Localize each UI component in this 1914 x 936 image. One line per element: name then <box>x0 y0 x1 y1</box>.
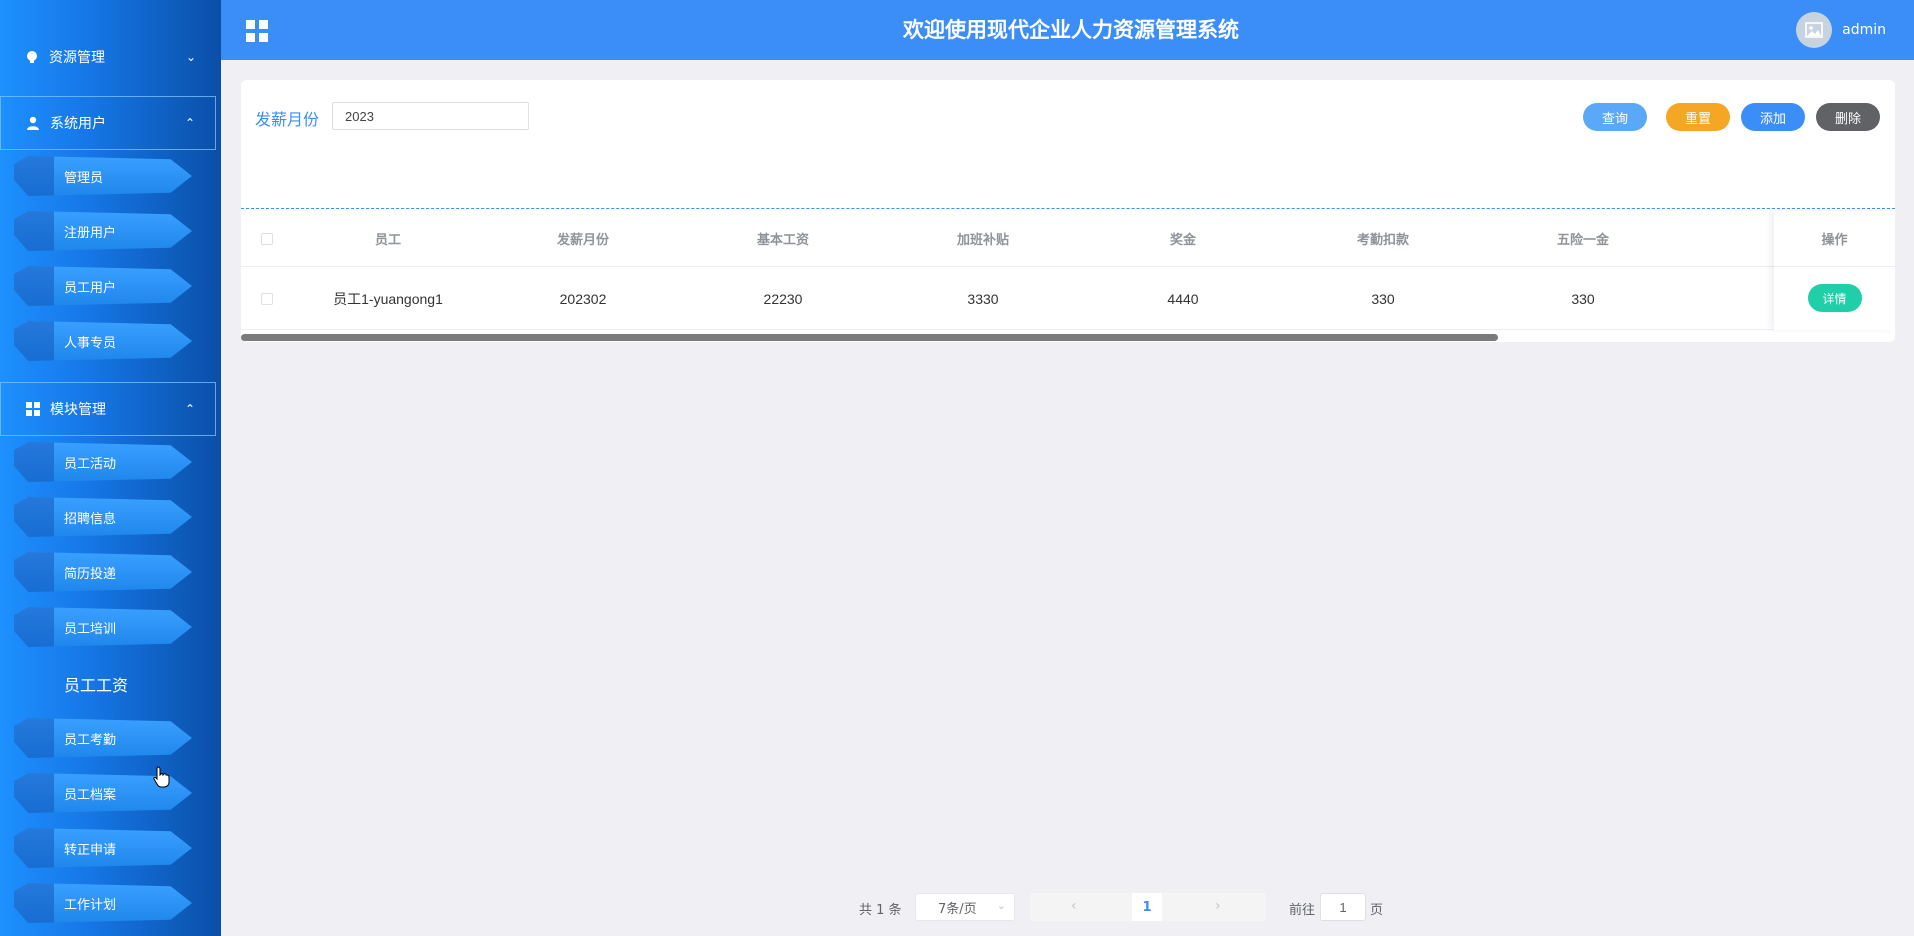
cell-overtime: 3330 <box>967 290 999 307</box>
user-menu[interactable]: admin <box>1796 12 1886 48</box>
column-header: 五险一金 <box>1556 233 1609 248</box>
sidebar-item-hr-specialist[interactable]: 人事专员 <box>14 321 192 361</box>
prev-page-icon[interactable]: ‹ <box>1071 898 1077 914</box>
user-icon <box>25 115 41 131</box>
sidebar-item-label: 员工培训 <box>64 621 117 637</box>
reset-button[interactable]: 重置 <box>1666 103 1730 131</box>
sidebar-group-label: 资源管理 <box>49 50 105 66</box>
column-header: 奖金 <box>1169 233 1196 248</box>
delete-button[interactable]: 删除 <box>1816 103 1880 131</box>
avatar[interactable] <box>1796 12 1833 48</box>
page-number[interactable]: 1 <box>1132 893 1162 921</box>
column-header: 基本工资 <box>756 233 809 248</box>
horizontal-scrollbar[interactable] <box>241 334 1498 341</box>
filter-label: 发薪月份 <box>255 110 320 129</box>
select-all-checkbox[interactable] <box>241 211 293 266</box>
sidebar-item-employee-salary[interactable]: 员工工资 <box>64 672 128 696</box>
column-header: 员工 <box>374 233 401 248</box>
sidebar-item-employee-attendance[interactable]: 员工考勤 <box>14 718 192 758</box>
page-suffix: 页 <box>1370 903 1384 918</box>
salary-month-input[interactable] <box>332 102 529 130</box>
divider <box>241 208 1895 209</box>
cell-salary-month: 202302 <box>559 290 607 307</box>
sidebar-group-label: 系统用户 <box>50 116 106 132</box>
sidebar-item-label: 人事专员 <box>64 335 117 351</box>
chevron-up-icon: ⌃ <box>184 116 195 130</box>
row-checkbox[interactable] <box>241 268 293 329</box>
sidebar-item-recruitment[interactable]: 招聘信息 <box>14 497 192 537</box>
sidebar-item-label: 转正申请 <box>64 842 117 858</box>
sidebar-item-registered-users[interactable]: 注册用户 <box>14 211 192 251</box>
sidebar-item-label: 简历投递 <box>64 566 117 582</box>
cell-insurance: 330 <box>1571 290 1595 307</box>
lightbulb-icon <box>24 49 40 65</box>
image-icon <box>1805 22 1823 38</box>
cell-employee: 员工1-yuangong1 <box>333 290 443 307</box>
hand-cursor-icon <box>153 766 170 788</box>
sidebar-item-label: 员工用户 <box>64 280 117 296</box>
sidebar-group-resource[interactable]: 资源管理 ⌄ <box>0 30 216 84</box>
sidebar-item-label: 管理员 <box>64 170 104 186</box>
sidebar: 资源管理 ⌄ 系统用户 ⌃ 管理员 注册用户 员工用户 人事专员 模块管理 ⌃ … <box>0 0 221 936</box>
action-column: 操作 详情 <box>1774 211 1895 330</box>
sidebar-item-label: 员工考勤 <box>64 732 117 748</box>
username: admin <box>1842 22 1886 38</box>
page-size-value: 7条/页 <box>938 901 977 917</box>
content-card: 发薪月份 查询 重置 添加 删除 员工 发薪月份 基本工资 加班补贴 奖金 考勤… <box>241 80 1895 342</box>
sidebar-group-system-users[interactable]: 系统用户 ⌃ <box>0 96 216 150</box>
top-bar: 欢迎使用现代企业人力资源管理系统 admin <box>221 0 1914 60</box>
page-title: 欢迎使用现代企业人力资源管理系统 <box>903 18 1239 42</box>
grid-icon <box>25 401 41 417</box>
column-header: 考勤扣款 <box>1356 233 1409 248</box>
chevron-down-icon: ⌄ <box>185 50 196 64</box>
sidebar-item-label: 注册用户 <box>64 225 117 241</box>
cell-base-salary: 22230 <box>763 290 803 307</box>
goto-page-input[interactable] <box>1320 893 1366 921</box>
sidebar-item-label: 招聘信息 <box>64 511 117 527</box>
sidebar-group-label: 模块管理 <box>50 402 106 418</box>
sidebar-item-employee-training[interactable]: 员工培训 <box>14 607 192 647</box>
goto-label: 前往 <box>1289 903 1316 918</box>
sidebar-item-employee-users[interactable]: 员工用户 <box>14 266 192 306</box>
cell-bonus: 4440 <box>1167 290 1199 307</box>
sidebar-item-admin[interactable]: 管理员 <box>14 156 192 196</box>
pager-nav: ‹ 1 › <box>1030 893 1266 921</box>
detail-button[interactable]: 详情 <box>1807 284 1862 312</box>
sidebar-item-resume-submission[interactable]: 简历投递 <box>14 552 192 592</box>
column-header: 发薪月份 <box>556 233 609 248</box>
query-button[interactable]: 查询 <box>1583 103 1647 131</box>
next-page-icon[interactable]: › <box>1215 898 1221 914</box>
table-row[interactable]: 员工1-yuangong1 202302 22230 3330 4440 330… <box>241 268 1895 330</box>
sidebar-item-label: 员工档案 <box>64 787 117 803</box>
table-header: 员工 发薪月份 基本工资 加班补贴 奖金 考勤扣款 五险一金 实 <box>241 211 1895 267</box>
column-header: 加班补贴 <box>956 233 1009 248</box>
cell-attendance-deduction: 330 <box>1371 290 1395 307</box>
pagination: 共 1 条 7条/页 ⌄ ‹ 1 › 前往 页 <box>0 893 1914 921</box>
sidebar-item-label: 员工活动 <box>64 456 117 472</box>
sidebar-group-modules[interactable]: 模块管理 ⌃ <box>0 382 216 436</box>
page-size-select[interactable]: 7条/页 ⌄ <box>915 893 1015 921</box>
column-header-actions: 操作 <box>1774 211 1895 267</box>
add-button[interactable]: 添加 <box>1741 103 1805 131</box>
total-count: 共 1 条 <box>859 903 902 918</box>
sidebar-item-employee-activities[interactable]: 员工活动 <box>14 442 192 482</box>
chevron-up-icon: ⌃ <box>184 402 195 416</box>
chevron-down-icon: ⌄ <box>996 899 1006 912</box>
sidebar-item-probation-application[interactable]: 转正申请 <box>14 828 192 868</box>
